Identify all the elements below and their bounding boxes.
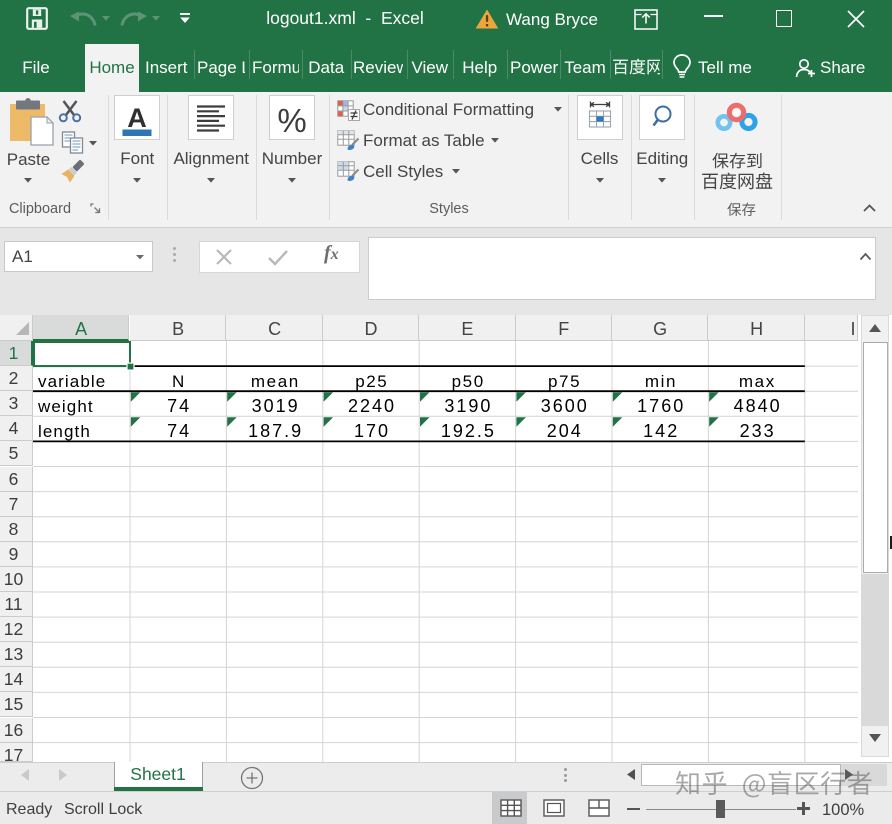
svg-text:A: A [127, 103, 147, 133]
svg-text:%: % [277, 102, 306, 139]
